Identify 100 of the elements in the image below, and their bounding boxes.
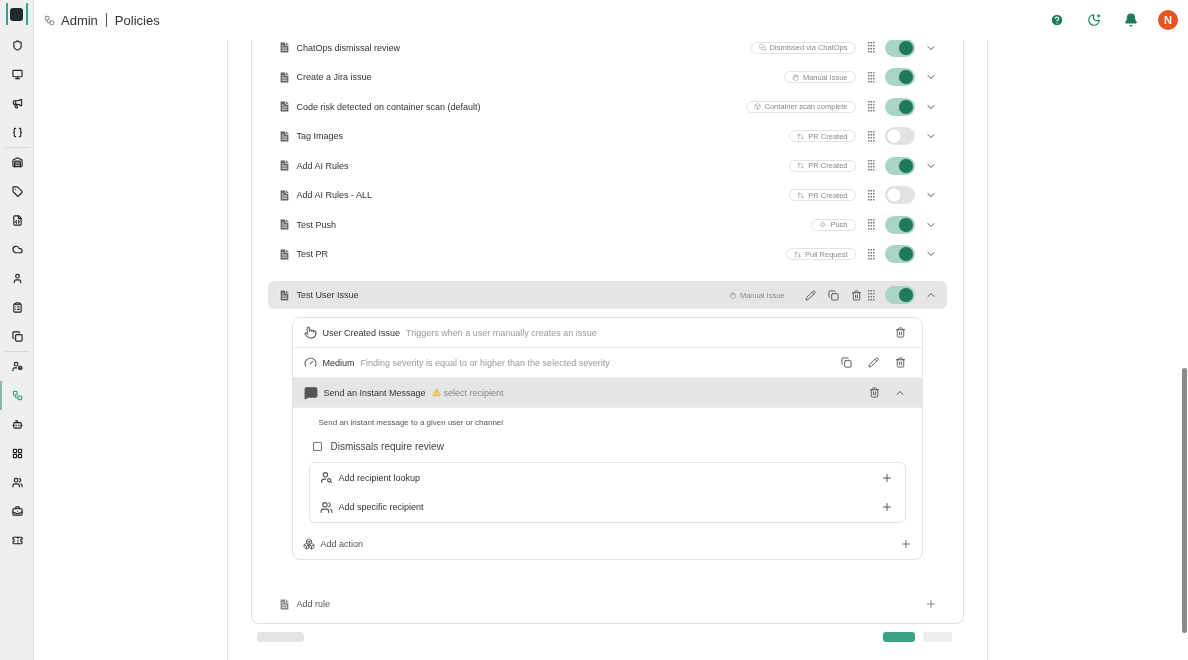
toggle-switch[interactable]: [884, 97, 915, 116]
add-icon[interactable]: [880, 471, 893, 484]
delete-icon[interactable]: [850, 289, 862, 301]
step-title: Medium: [322, 357, 355, 368]
drag-handle-icon[interactable]: [867, 160, 875, 172]
checkbox[interactable]: [312, 442, 322, 451]
robot-icon: [12, 419, 23, 430]
monitor-icon: [12, 69, 23, 80]
hand-icon: [728, 291, 736, 299]
add-icon[interactable]: [924, 598, 937, 610]
document-icon: [277, 597, 291, 611]
document-icon: [277, 100, 291, 114]
toggle-switch[interactable]: [884, 156, 915, 175]
drag-handle-icon[interactable]: [867, 71, 875, 83]
add-action-link[interactable]: Add action: [320, 539, 894, 549]
braces-icon: [12, 127, 23, 138]
gauge-icon: [303, 356, 317, 369]
action-description: Send an instant message to a given user or channel: [317, 418, 505, 427]
delete-icon[interactable]: [868, 387, 880, 398]
delete-icon[interactable]: [894, 357, 906, 368]
document-icon: [277, 288, 291, 302]
people-icon: [12, 477, 23, 488]
rule-name[interactable]: Create a Jira issue: [296, 72, 778, 83]
file-icon: [12, 215, 23, 226]
people-icon: [319, 500, 333, 514]
pull-request-icon: [797, 162, 805, 170]
delete-icon[interactable]: [894, 327, 906, 338]
add-icon[interactable]: [880, 501, 893, 514]
copy-icon[interactable]: [827, 289, 839, 301]
drag-handle-icon[interactable]: [867, 101, 875, 113]
scrollbar-thumb[interactable]: [1181, 368, 1187, 633]
action-title: Send an Instant Message: [323, 387, 426, 398]
toggle-switch[interactable]: [884, 127, 915, 146]
add-rule-link[interactable]: Add rule: [296, 599, 919, 609]
pull-request-icon: [793, 250, 801, 258]
user-icon: [12, 273, 23, 284]
toggle-switch[interactable]: [884, 68, 915, 87]
logo[interactable]: [5, 3, 28, 25]
hand-icon: [791, 73, 799, 81]
tag-icon: [12, 186, 23, 197]
drag-handle-icon[interactable]: [867, 219, 875, 231]
page-title: Policies: [114, 12, 160, 28]
toggle-switch[interactable]: [884, 286, 915, 304]
briefcase-icon: [12, 506, 23, 517]
chat-icon: [758, 44, 766, 52]
document-icon: [277, 159, 291, 173]
pointer-icon: [303, 326, 317, 339]
document-icon: [277, 188, 291, 202]
recipient-option[interactable]: Add specific recipient: [338, 502, 875, 513]
drag-handle-icon[interactable]: [867, 189, 875, 201]
copy-icon[interactable]: [840, 357, 852, 368]
edit-icon[interactable]: [867, 357, 879, 368]
drag-handle-icon[interactable]: [867, 42, 875, 54]
document-icon: [277, 70, 291, 84]
rule-name[interactable]: ChatOps dismissal review: [296, 42, 745, 53]
drag-handle-icon[interactable]: [867, 248, 875, 260]
toggle-switch[interactable]: [884, 186, 915, 205]
bolt-icon: [819, 221, 827, 229]
rule-name[interactable]: Tag Images: [296, 131, 784, 142]
drag-handle-icon[interactable]: [867, 289, 875, 301]
rule-name[interactable]: Add AI Rules - ALL: [296, 190, 784, 201]
document-icon: [277, 129, 291, 143]
message-icon: [303, 385, 318, 400]
toggle-switch[interactable]: [884, 40, 915, 57]
rule-name[interactable]: Test User Issue: [296, 290, 715, 300]
action-header[interactable]: Send an Instant Message select recipient: [292, 378, 922, 408]
document-icon: [277, 218, 291, 232]
box-icon: [753, 103, 761, 111]
ticket-icon: [12, 535, 23, 546]
breadcrumb-section[interactable]: Admin: [61, 12, 98, 28]
grid-icon: [12, 448, 23, 459]
document-icon: [277, 247, 291, 261]
rule-name[interactable]: Test Push: [296, 219, 806, 230]
checkbox-label[interactable]: Dismissals require review: [330, 441, 444, 452]
user-settings-icon: [12, 361, 23, 372]
footer-button[interactable]: [882, 632, 915, 642]
rule-name[interactable]: Code risk detected on container scan (default): [296, 101, 740, 112]
pull-request-icon: [797, 191, 805, 199]
toggle-switch[interactable]: [884, 245, 915, 264]
rule-name[interactable]: Test PR: [296, 249, 780, 260]
step-title: User Created Issue: [322, 327, 401, 338]
document-icon: [277, 41, 291, 55]
cloud-icon: [12, 244, 23, 255]
megaphone-icon: [12, 98, 23, 109]
user-avatar[interactable]: N: [1158, 10, 1178, 30]
warning-text: select recipient: [443, 387, 504, 398]
edit-icon[interactable]: [804, 289, 816, 301]
clipboard-icon: [12, 302, 23, 313]
warning-icon: [431, 388, 441, 397]
add-icon[interactable]: [899, 538, 912, 550]
shield-icon: [12, 40, 23, 51]
add-action-icon: [302, 538, 315, 550]
rule-name[interactable]: Add AI Rules: [296, 160, 784, 171]
drag-handle-icon[interactable]: [867, 130, 875, 142]
pull-request-icon: [797, 132, 805, 140]
warehouse-icon: [12, 157, 23, 168]
toggle-switch[interactable]: [884, 215, 915, 234]
recipient-option[interactable]: Add recipient lookup: [338, 472, 875, 483]
step-description: Finding severity is equal to or higher than the selected severity: [360, 357, 611, 368]
copy-icon: [12, 331, 23, 342]
